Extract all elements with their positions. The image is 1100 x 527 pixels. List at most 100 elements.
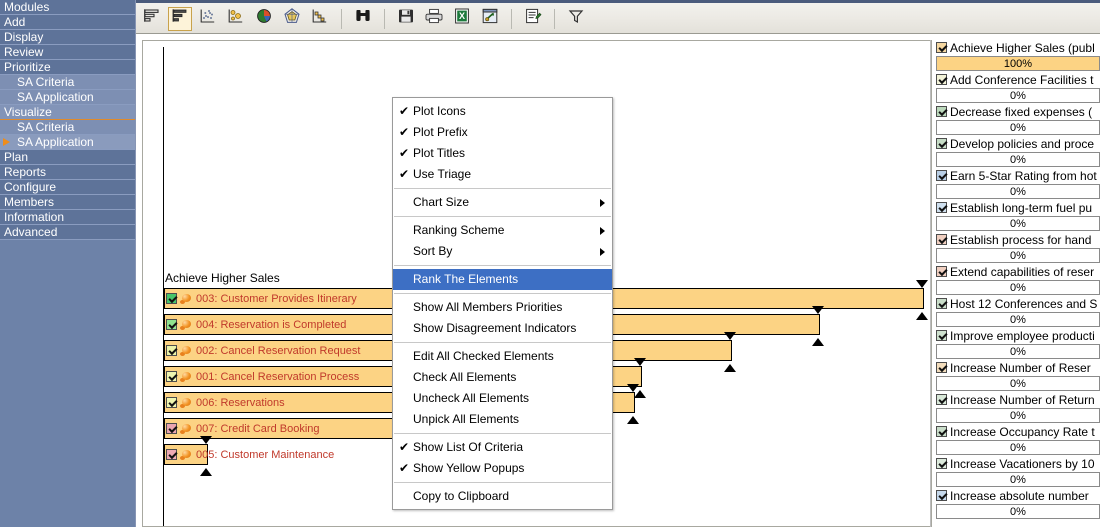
criteria-item[interactable]: Decrease fixed expenses (0%	[936, 104, 1100, 135]
criteria-checkbox[interactable]	[936, 426, 947, 437]
criteria-checkbox[interactable]	[936, 394, 947, 405]
scatter-plot-icon	[199, 7, 217, 30]
criteria-checkbox[interactable]	[936, 138, 947, 149]
menu-item-plot-prefix[interactable]: ✔ Plot Prefix	[393, 122, 612, 143]
menu-item-copy-to-clipboard[interactable]: Copy to Clipboard	[393, 486, 612, 507]
criteria-item[interactable]: Establish long-term fuel pu 0%	[936, 200, 1100, 231]
sidebar-item-visualize[interactable]: Visualize	[0, 105, 135, 120]
menu-item-sort-by[interactable]: Sort By	[393, 241, 612, 262]
criteria-item[interactable]: Increase Vacationers by 10 0%	[936, 456, 1100, 487]
toolbar-button-edit-notes[interactable]	[521, 7, 545, 31]
toolbar-button-pie-chart[interactable]	[252, 7, 276, 31]
sidebar-item-advanced[interactable]: Advanced	[0, 225, 135, 240]
menu-item-use-triage[interactable]: ✔ Use Triage	[393, 164, 612, 185]
menu-item-show-disagreement-indicators[interactable]: Show Disagreement Indicators	[393, 318, 612, 339]
element-checkbox[interactable]	[166, 397, 177, 408]
criteria-checkbox[interactable]	[936, 106, 947, 117]
menu-item-unpick-all-elements[interactable]: Unpick All Elements	[393, 409, 612, 430]
criteria-item[interactable]: Develop policies and proce 0%	[936, 136, 1100, 167]
criteria-item[interactable]: Add Conference Facilities t 0%	[936, 72, 1100, 103]
criteria-name-row: Achieve Higher Sales (publ	[936, 40, 1100, 56]
toolbar-button-bar-chart-horizontal[interactable]	[140, 7, 164, 31]
menu-item-rank-the-elements[interactable]: Rank The Elements	[393, 269, 612, 290]
toolbar-button-step-chart[interactable]	[308, 7, 332, 31]
criteria-item[interactable]: Increase Number of Reser 0%	[936, 360, 1100, 391]
element-checkbox[interactable]	[166, 371, 177, 382]
sidebar-item-label: Members	[4, 195, 55, 209]
sidebar-item-display[interactable]: Display	[0, 30, 135, 45]
sidebar-item-sa-criteria[interactable]: SA Criteria	[0, 75, 135, 90]
criteria-checkbox[interactable]	[936, 298, 947, 309]
toolbar-button-filter-funnel[interactable]	[564, 7, 588, 31]
toolbar-button-binoculars-find[interactable]	[351, 7, 375, 31]
criteria-item[interactable]: Increase absolute number 0%	[936, 488, 1100, 519]
sidebar-item-review[interactable]: Review	[0, 45, 135, 60]
sidebar-item-label: Review	[4, 45, 44, 59]
toolbar-button-export-excel[interactable]: X	[450, 7, 474, 31]
criteria-item[interactable]: Extend capabilities of reser 0%	[936, 264, 1100, 295]
sidebar-item-reports[interactable]: Reports	[0, 165, 135, 180]
menu-item-show-list-of-criteria[interactable]: ✔ Show List Of Criteria	[393, 437, 612, 458]
criteria-checkbox[interactable]	[936, 74, 947, 85]
bar-label-text: 007: Credit Card Booking	[196, 422, 320, 435]
criteria-item[interactable]: Host 12 Conferences and S 0%	[936, 296, 1100, 327]
sidebar-item-prioritize[interactable]: Prioritize	[0, 60, 135, 75]
criteria-item[interactable]: Increase Number of Return 0%	[936, 392, 1100, 423]
checkmark-icon: ✔	[399, 167, 410, 181]
sidebar-item-configure[interactable]: Configure	[0, 180, 135, 195]
criteria-checkbox[interactable]	[936, 42, 947, 53]
bar-label-text: 002: Cancel Reservation Request	[196, 344, 361, 357]
criteria-checkbox[interactable]	[936, 458, 947, 469]
sidebar-item-sa-application[interactable]: SA Application	[0, 90, 135, 105]
menu-item-plot-icons[interactable]: ✔ Plot Icons	[393, 101, 612, 122]
menu-item-uncheck-all-elements[interactable]: Uncheck All Elements	[393, 388, 612, 409]
menu-item-show-all-members-priorities[interactable]: Show All Members Priorities	[393, 297, 612, 318]
chart-context-menu[interactable]: ✔ Plot Icons ✔ Plot Prefix ✔ Plot Titles ✔ Use …	[392, 97, 613, 510]
sidebar-item-sa-application[interactable]: SA Application	[0, 135, 135, 150]
element-checkbox[interactable]	[166, 449, 177, 460]
criteria-checkbox[interactable]	[936, 234, 947, 245]
toolbar-button-print[interactable]	[422, 7, 446, 31]
sidebar-item-modules[interactable]: Modules	[0, 0, 135, 15]
criteria-checkbox[interactable]	[936, 170, 947, 181]
toolbar-button-export-window[interactable]	[478, 7, 502, 31]
element-checkbox[interactable]	[166, 345, 177, 356]
sidebar-item-members[interactable]: Members	[0, 195, 135, 210]
toolbar-button-scatter-plot[interactable]	[196, 7, 220, 31]
lightbulb-icon	[180, 397, 193, 409]
element-checkbox[interactable]	[166, 423, 177, 434]
sidebar-item-information[interactable]: Information	[0, 210, 135, 225]
criteria-item[interactable]: Improve employee producti 0%	[936, 328, 1100, 359]
criteria-name-label: Improve employee producti	[950, 328, 1095, 343]
criteria-checkbox[interactable]	[936, 490, 947, 501]
criteria-checkbox[interactable]	[936, 362, 947, 373]
sidebar-item-sa-criteria[interactable]: SA Criteria	[0, 120, 135, 135]
criteria-checkbox[interactable]	[936, 266, 947, 277]
toolbar-button-radar-chart[interactable]	[280, 7, 304, 31]
criteria-name-label: Increase Occupancy Rate t	[950, 424, 1095, 439]
menu-item-show-yellow-popups[interactable]: ✔ Show Yellow Popups	[393, 458, 612, 479]
criteria-checkbox[interactable]	[936, 330, 947, 341]
criteria-item[interactable]: Establish process for hand 0%	[936, 232, 1100, 263]
sidebar-item-plan[interactable]: Plan	[0, 150, 135, 165]
toolbar-button-save-floppy[interactable]	[394, 7, 418, 31]
element-checkbox[interactable]	[166, 319, 177, 330]
menu-item-check-all-elements[interactable]: Check All Elements	[393, 367, 612, 388]
menu-item-label: Uncheck All Elements	[413, 391, 530, 405]
sidebar-item-add[interactable]: Add	[0, 15, 135, 30]
edit-notes-icon	[524, 7, 542, 30]
criteria-item[interactable]: Achieve Higher Sales (publ 100%	[936, 40, 1100, 71]
criteria-item[interactable]: Earn 5-Star Rating from hot 0%	[936, 168, 1100, 199]
criteria-checkbox[interactable]	[936, 202, 947, 213]
menu-item-chart-size[interactable]: Chart Size	[393, 192, 612, 213]
menu-item-ranking-scheme[interactable]: Ranking Scheme	[393, 220, 612, 241]
menu-item-label: Show All Members Priorities	[413, 300, 563, 314]
toolbar-button-bar-chart-ranked[interactable]	[168, 6, 192, 31]
menu-item-edit-all-checked-elements[interactable]: Edit All Checked Elements	[393, 346, 612, 367]
toolbar-button-bubble-plot[interactable]	[224, 7, 248, 31]
lightbulb-icon	[180, 371, 193, 383]
menu-item-plot-titles[interactable]: ✔ Plot Titles	[393, 143, 612, 164]
element-checkbox[interactable]	[166, 293, 177, 304]
submenu-arrow-icon	[600, 248, 605, 256]
criteria-item[interactable]: Increase Occupancy Rate t 0%	[936, 424, 1100, 455]
